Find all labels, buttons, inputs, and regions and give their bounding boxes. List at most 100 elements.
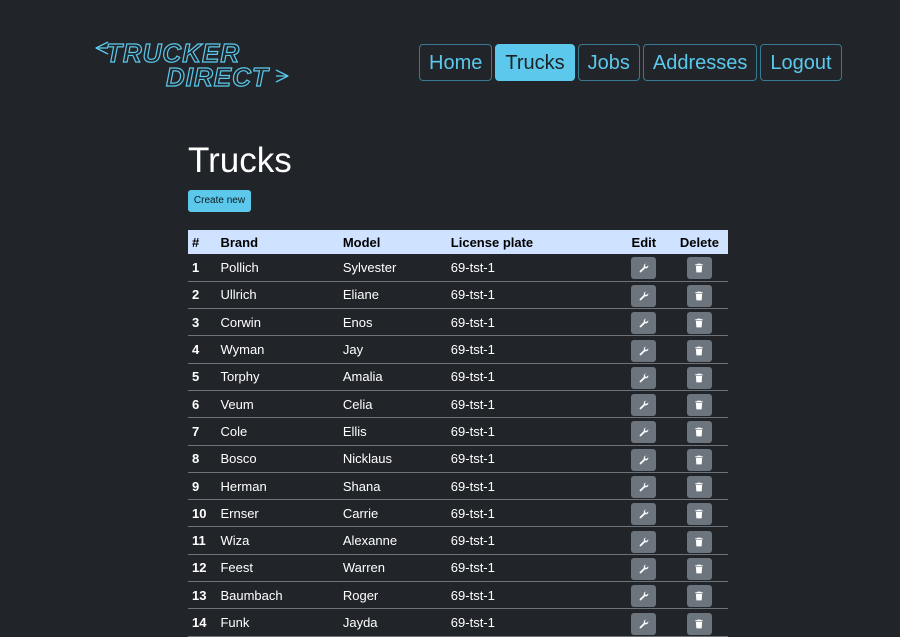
nav-jobs[interactable]: Jobs [577, 44, 640, 81]
row-edit-cell [617, 336, 671, 363]
row-edit-cell [617, 309, 671, 336]
delete-button[interactable] [686, 612, 712, 635]
row-delete-cell [671, 609, 728, 636]
delete-button[interactable] [686, 257, 712, 280]
row-number: 14 [192, 615, 207, 630]
row-license-plate: 69-tst-1 [450, 259, 495, 275]
edit-button[interactable] [631, 312, 657, 335]
table-row: 6 Veum Celia 69-tst-1 [188, 390, 728, 418]
row-brand: Cole [220, 423, 248, 439]
delete-button[interactable] [686, 339, 712, 362]
row-number: 7 [192, 423, 200, 439]
wrench-icon [639, 263, 649, 273]
wrench-icon [639, 619, 649, 629]
wrench-icon [639, 455, 649, 465]
delete-button[interactable] [686, 503, 712, 526]
delete-button[interactable] [686, 366, 712, 389]
row-number: 13 [192, 587, 207, 603]
delete-button[interactable] [686, 312, 712, 335]
row-edit-cell [617, 500, 671, 527]
row-number: 5 [192, 369, 200, 385]
row-brand: Herman [220, 478, 267, 494]
col-header-delete: Delete [679, 234, 719, 250]
row-number: 8 [192, 451, 200, 467]
table-row: 1 Pollich Sylvester 69-tst-1 [188, 254, 728, 282]
row-license-plate: 69-tst-1 [450, 396, 495, 412]
col-header-model: Model [342, 234, 381, 250]
row-delete-cell [671, 254, 728, 281]
edit-button[interactable] [631, 476, 657, 499]
row-number: 2 [192, 287, 200, 303]
delete-button[interactable] [686, 530, 712, 553]
row-model: Carrie [342, 505, 379, 521]
row-license-plate: 69-tst-1 [450, 478, 495, 494]
row-brand: Bosco [220, 451, 257, 467]
row-delete-cell [671, 582, 728, 609]
row-brand: Corwin [220, 314, 261, 330]
delete-button[interactable] [686, 284, 712, 307]
trash-icon [694, 619, 704, 629]
row-edit-cell [617, 418, 671, 445]
delete-button[interactable] [686, 476, 712, 499]
trash-icon [694, 263, 704, 273]
delete-button[interactable] [686, 585, 712, 608]
delete-button[interactable] [686, 421, 712, 444]
wrench-icon [639, 400, 649, 410]
edit-button[interactable] [631, 339, 657, 362]
row-model: Sylvester [342, 259, 397, 275]
delete-button[interactable] [686, 557, 712, 580]
delete-button[interactable] [686, 448, 712, 471]
trash-icon [694, 591, 704, 601]
edit-button[interactable] [631, 394, 657, 417]
nav-home[interactable]: Home [419, 44, 493, 81]
edit-button[interactable] [631, 612, 657, 635]
row-brand: Pollich [220, 259, 259, 275]
row-number: 9 [192, 478, 200, 494]
table-row: 12 Feest Warren 69-tst-1 [188, 554, 728, 582]
row-license-plate: 69-tst-1 [450, 342, 495, 358]
row-model: Ellis [342, 423, 367, 439]
trash-icon [694, 455, 704, 465]
edit-button[interactable] [631, 284, 657, 307]
wrench-icon [639, 373, 649, 383]
row-delete-cell [671, 281, 728, 308]
edit-button[interactable] [631, 503, 657, 526]
row-edit-cell [617, 609, 671, 636]
trash-icon [694, 318, 704, 328]
row-edit-cell [617, 582, 671, 609]
create-new-button[interactable]: Create new [188, 190, 251, 212]
nav-logout[interactable]: Logout [760, 44, 842, 81]
row-edit-cell [617, 445, 671, 472]
edit-button[interactable] [631, 585, 657, 608]
trash-icon [694, 427, 704, 437]
edit-button[interactable] [631, 421, 657, 444]
nav-addresses[interactable]: Addresses [642, 44, 758, 81]
edit-button[interactable] [631, 366, 657, 389]
row-license-plate: 69-tst-1 [450, 451, 495, 467]
nav-trucks[interactable]: Trucks [495, 44, 575, 81]
edit-button[interactable] [631, 448, 657, 471]
row-brand: Wiza [220, 533, 250, 549]
trash-icon [694, 509, 704, 519]
row-delete-cell [671, 500, 728, 527]
row-license-plate: 69-tst-1 [450, 533, 495, 549]
trucker-direct-logo[interactable]: TRUCKER DIRECT [94, 38, 290, 90]
edit-button[interactable] [631, 557, 657, 580]
table-row: 8 Bosco Nicklaus 69-tst-1 [188, 445, 728, 473]
trash-icon [694, 373, 704, 383]
row-delete-cell [671, 390, 728, 417]
row-model: Jayda [342, 615, 378, 630]
row-license-plate: 69-tst-1 [450, 423, 495, 439]
edit-button[interactable] [631, 257, 657, 280]
row-edit-cell [617, 281, 671, 308]
row-license-plate: 69-tst-1 [450, 615, 495, 630]
row-brand: Wyman [220, 342, 265, 358]
delete-button[interactable] [686, 394, 712, 417]
row-number: 12 [192, 560, 207, 576]
row-license-plate: 69-tst-1 [450, 505, 495, 521]
edit-button[interactable] [631, 530, 657, 553]
wrench-icon [639, 346, 649, 356]
trash-icon [694, 482, 704, 492]
wrench-icon [639, 482, 649, 492]
row-delete-cell [671, 336, 728, 363]
